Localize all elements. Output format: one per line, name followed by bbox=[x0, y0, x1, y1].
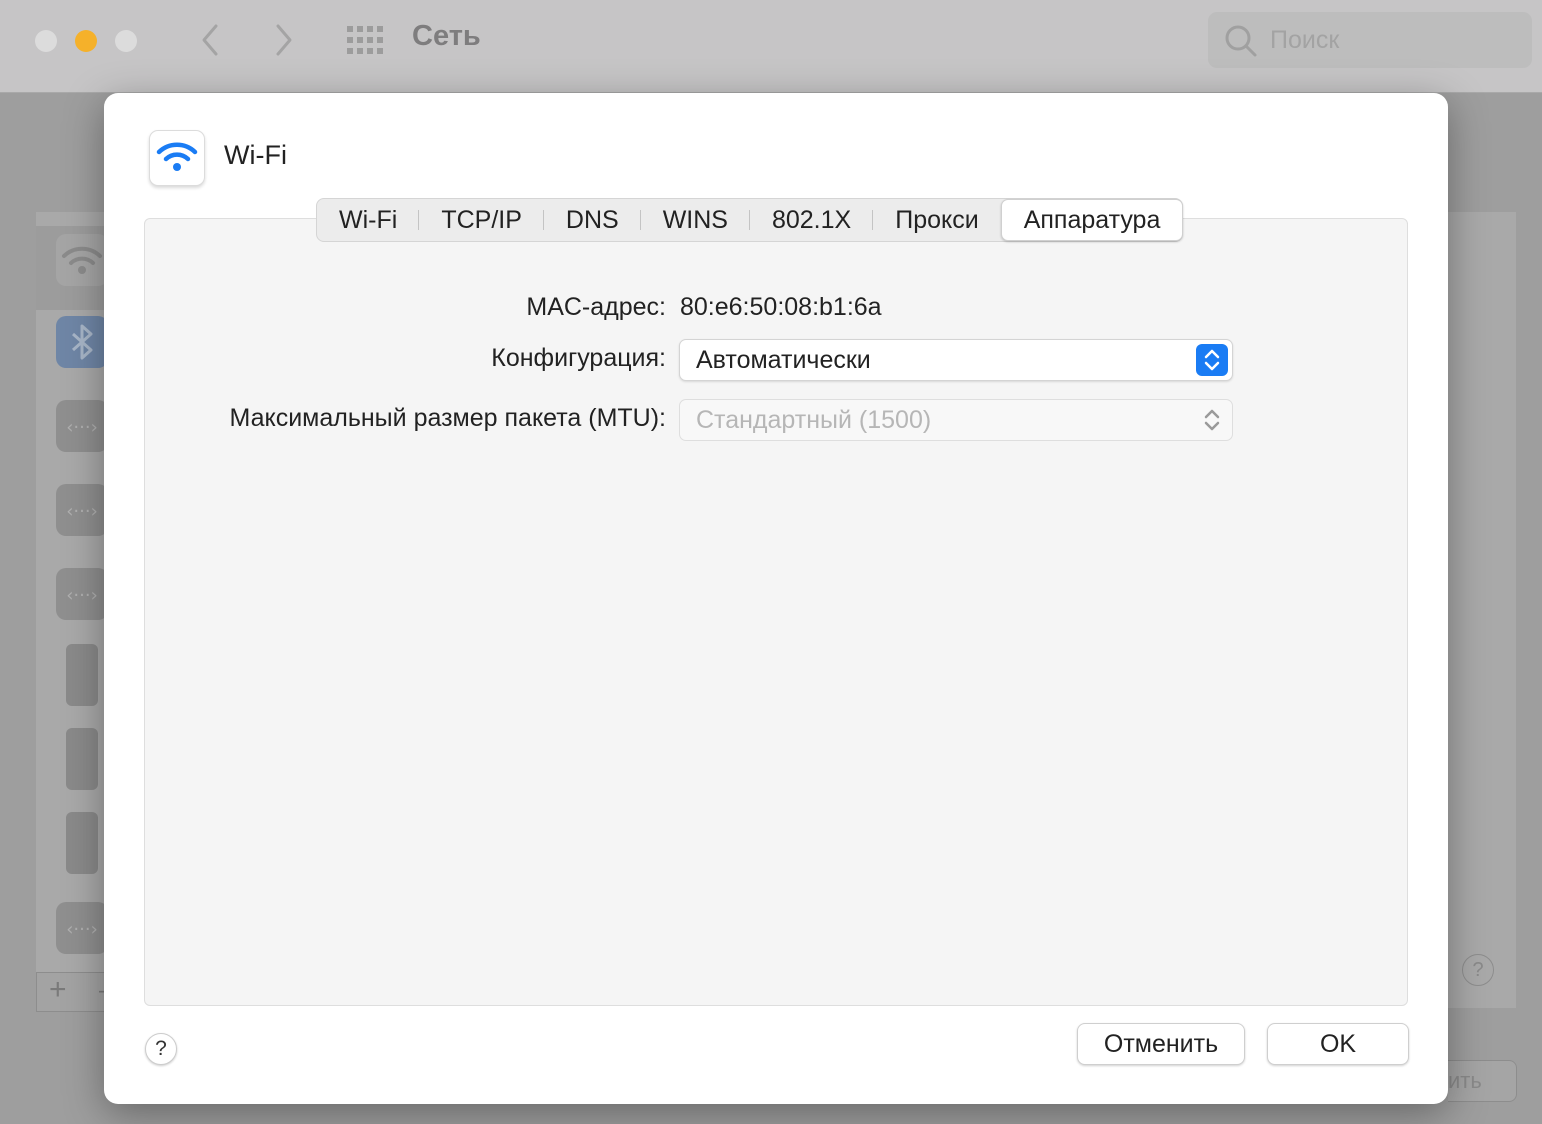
svg-text:‹···›: ‹···› bbox=[66, 585, 98, 606]
service-wifi-icon[interactable] bbox=[56, 234, 108, 286]
svg-text:‹···›: ‹···› bbox=[66, 919, 98, 940]
mac-address-label: MAC-адрес: bbox=[526, 293, 666, 321]
back-button[interactable] bbox=[190, 22, 230, 58]
wifi-service-badge bbox=[149, 130, 205, 186]
service-iphone-icon[interactable] bbox=[66, 812, 98, 874]
detail-pane bbox=[1448, 212, 1516, 1008]
cancel-button[interactable]: Отменить bbox=[1077, 1023, 1245, 1065]
wifi-icon bbox=[62, 246, 102, 274]
ethernet-icon: ‹···› bbox=[66, 501, 98, 522]
tab-wins[interactable]: WINS bbox=[641, 199, 751, 241]
service-ethernet-icon[interactable]: ‹···› bbox=[56, 902, 108, 954]
tab-8021x[interactable]: 802.1X bbox=[750, 199, 874, 241]
ok-button[interactable]: OK bbox=[1267, 1023, 1409, 1065]
chevron-left-icon bbox=[202, 24, 218, 56]
window-titlebar: Сеть Поиск bbox=[0, 0, 1542, 93]
ethernet-icon: ‹···› bbox=[66, 417, 98, 438]
tab-bar: Wi-Fi TCP/IP DNS WINS 802.1X Прокси Аппа… bbox=[316, 198, 1184, 242]
advanced-settings-sheet: Wi-Fi Wi-Fi TCP/IP DNS WINS 802.1X Прокс… bbox=[104, 93, 1448, 1104]
popup-stepper-icon bbox=[1196, 404, 1228, 436]
close-window-button[interactable] bbox=[35, 30, 57, 52]
mac-address-value: 80:e6:50:08:b1:6a bbox=[680, 293, 882, 321]
ethernet-icon: ‹···› bbox=[66, 919, 98, 940]
service-iphone-icon[interactable] bbox=[66, 728, 98, 790]
svg-text:‹···›: ‹···› bbox=[66, 417, 98, 438]
zoom-window-button[interactable] bbox=[115, 30, 137, 52]
background-help-button[interactable]: ? bbox=[1462, 954, 1494, 986]
service-iphone-icon[interactable] bbox=[66, 644, 98, 706]
background-apply-button[interactable]: ить bbox=[1448, 1060, 1517, 1102]
tab-dns[interactable]: DNS bbox=[544, 199, 641, 241]
forward-button[interactable] bbox=[264, 22, 304, 58]
wifi-icon bbox=[156, 142, 198, 171]
ethernet-icon: ‹···› bbox=[66, 585, 98, 606]
mtu-popup[interactable]: Стандартный (1500) bbox=[679, 399, 1233, 441]
window-title: Сеть bbox=[412, 20, 481, 52]
minimize-window-button[interactable] bbox=[75, 30, 97, 52]
configuration-value: Автоматически bbox=[696, 346, 871, 374]
tab-tcpip[interactable]: TCP/IP bbox=[419, 199, 544, 241]
service-bluetooth-icon[interactable] bbox=[56, 316, 108, 368]
search-field[interactable]: Поиск bbox=[1208, 12, 1532, 68]
service-ethernet-icon[interactable]: ‹···› bbox=[56, 400, 108, 452]
chevron-up-down-icon bbox=[1204, 409, 1220, 431]
mtu-value: Стандартный (1500) bbox=[696, 406, 932, 434]
add-service-button[interactable]: + bbox=[49, 973, 67, 1007]
svg-text:‹···›: ‹···› bbox=[66, 501, 98, 522]
show-all-button[interactable] bbox=[345, 22, 385, 58]
bluetooth-icon bbox=[72, 324, 93, 360]
tab-content-panel bbox=[144, 218, 1408, 1006]
popup-stepper-icon bbox=[1196, 344, 1228, 376]
configuration-popup[interactable]: Автоматически bbox=[679, 339, 1233, 381]
service-ethernet-icon[interactable]: ‹···› bbox=[56, 568, 108, 620]
service-name: Wi-Fi bbox=[224, 140, 287, 170]
configuration-label: Конфигурация: bbox=[491, 344, 666, 372]
help-button[interactable]: ? bbox=[145, 1033, 177, 1065]
tab-proxies[interactable]: Прокси bbox=[873, 199, 1000, 241]
grid-icon bbox=[347, 26, 383, 54]
search-placeholder: Поиск bbox=[1270, 26, 1340, 54]
tab-wifi[interactable]: Wi-Fi bbox=[317, 199, 420, 241]
search-icon bbox=[1225, 25, 1257, 57]
mtu-label: Максимальный размер пакета (MTU): bbox=[229, 404, 666, 432]
chevron-right-icon bbox=[276, 24, 292, 56]
chevron-up-down-icon bbox=[1204, 349, 1220, 371]
tab-hardware[interactable]: Аппаратура bbox=[1000, 199, 1184, 241]
service-ethernet-icon[interactable]: ‹···› bbox=[56, 484, 108, 536]
